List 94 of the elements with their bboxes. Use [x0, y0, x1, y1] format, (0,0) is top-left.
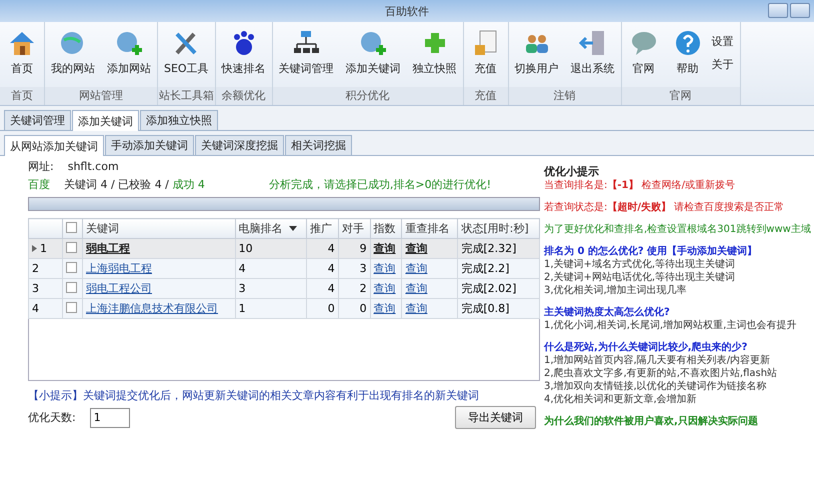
group-label: 站长工具箱: [158, 87, 215, 105]
table-cell: 4: [306, 258, 338, 278]
tip-text: 2,关键词+网站电话优化,等待出现主关键词: [544, 271, 736, 284]
checkbox[interactable]: [66, 262, 77, 272]
tab[interactable]: 关键词深度挖掘: [195, 135, 284, 155]
keyword-count: 关键词 4 / 已校验 4 /: [64, 178, 169, 191]
tip-text: 排名为 0 的怎么优化? 使用【手动添加关键词】: [544, 245, 758, 258]
engine-label: 百度: [28, 177, 50, 192]
checkbox[interactable]: [66, 302, 77, 312]
row-pointer-icon: [32, 245, 37, 252]
table-cell: 3: [338, 258, 370, 278]
group-label: 积分优化: [272, 87, 463, 105]
keyword-link[interactable]: 弱电工程: [86, 242, 130, 255]
table-cell: 2: [338, 278, 370, 298]
header-cell[interactable]: 状态[用时:秒]: [458, 218, 540, 238]
site-label: 网址:: [28, 159, 54, 174]
checkbox[interactable]: [66, 242, 77, 252]
tip-text: 什么是死站,为什么关键词比较少,爬虫来的少?: [544, 341, 748, 354]
table-cell: 完成[2.2]: [458, 258, 540, 278]
table-cell: 4: [235, 258, 306, 278]
window-title: 百助软件: [385, 4, 429, 18]
ribbon-button[interactable]: 首页: [0, 22, 44, 87]
group-label: 官网: [622, 87, 740, 105]
ribbon-button[interactable]: 快速排名: [216, 22, 272, 87]
tip-text: 3,增加双向友情链接,以优化的关键词作为链接名称: [544, 380, 768, 393]
ribbon-link[interactable]: 关于: [712, 57, 734, 72]
table-cell: 4: [306, 238, 338, 258]
ribbon-button[interactable]: 独立快照: [406, 22, 463, 87]
ribbon-button[interactable]: 关键词管理: [272, 22, 340, 87]
tip-text: 为了更好优化和查排名,检查设置根域名301跳转到www主域: [544, 223, 812, 236]
tip-text: 当查询排名是:【-1】 检查网络/或重新拨号: [544, 179, 736, 192]
tip-text: 1,关键词+域名方式优化,等待出现主关键词: [544, 258, 736, 271]
tip-text: 主关键词热度太高怎么优化?: [544, 306, 671, 319]
ribbon-button[interactable]: 我的网站: [45, 22, 101, 87]
ribbon-button[interactable]: 帮助: [666, 22, 710, 87]
checkbox[interactable]: [66, 282, 77, 292]
row-number: 1: [28, 238, 62, 258]
tips-title: 优化小提示: [544, 164, 600, 179]
tab[interactable]: 添加关键词: [72, 110, 139, 131]
group-label: 首页: [0, 87, 44, 105]
tab[interactable]: 相关词挖掘: [285, 135, 352, 155]
ribbon-button[interactable]: 添加关键词: [340, 22, 407, 87]
header-cell[interactable]: 指数: [370, 218, 402, 238]
status-message: 分析完成，请选择已成功,排名>0的进行优化!: [268, 177, 492, 192]
header-cell[interactable]: 对手: [338, 218, 370, 238]
ribbon-button[interactable]: 添加网站: [101, 22, 157, 87]
table-cell: 1: [235, 298, 306, 318]
table-cell: 10: [235, 238, 306, 258]
tip-text: 4,优化相关词和更新文章,会增加新: [544, 393, 698, 406]
group-label: 余额优化: [216, 87, 272, 105]
tab[interactable]: 添加独立快照: [140, 110, 218, 130]
group-label: 网站管理: [45, 87, 157, 105]
tip-text: 1,增加网站首页内容,隔几天要有相关列表/内容更新: [544, 354, 772, 367]
days-label: 优化天数:: [28, 410, 76, 425]
header-cell[interactable]: 电脑排名: [235, 218, 306, 238]
maximize-button[interactable]: [790, 3, 810, 18]
table-cell: 0: [306, 298, 338, 318]
ribbon-link[interactable]: 设置: [712, 34, 734, 49]
ribbon-button[interactable]: 退出系统: [564, 22, 621, 87]
days-input[interactable]: 1: [90, 408, 130, 428]
table-cell: 9: [338, 238, 370, 258]
sort-icon: [288, 226, 297, 232]
tip-text: 1,优化小词,相关词,长尾词,增加网站权重,主词也会有提升: [544, 319, 798, 332]
tip-text: 3,优化相关词,增加主词出现几率: [544, 284, 688, 297]
tab[interactable]: 从网站添加关键词: [4, 135, 104, 156]
tip-text: 2,爬虫喜欢文字多,有更新的站,不喜欢图片站,flash站: [544, 367, 778, 380]
group-label: 注销: [508, 87, 621, 105]
table-cell: 3: [235, 278, 306, 298]
ribbon-button[interactable]: SEO工具: [158, 22, 215, 87]
tab[interactable]: 关键词管理: [4, 110, 71, 130]
table-cell: 4: [306, 278, 338, 298]
table-cell: 完成[2.02]: [458, 278, 540, 298]
row-number: 4: [28, 298, 62, 318]
group-label: 充值: [464, 87, 508, 105]
ribbon-button[interactable]: 充值: [464, 22, 508, 87]
success-count: 成功 4: [172, 178, 205, 191]
row-number: 3: [28, 278, 62, 298]
ribbon-button[interactable]: 官网: [622, 22, 666, 87]
hint-text: 【小提示】关键词提交优化后，网站更新关键词的相关文章内容有利于出现有排名的新关键词: [28, 388, 480, 403]
checkbox[interactable]: [66, 222, 77, 232]
minimize-button[interactable]: [768, 3, 788, 18]
row-number: 2: [28, 258, 62, 278]
header-cell[interactable]: 推广: [306, 218, 338, 238]
table-cell: 完成[2.32]: [458, 238, 540, 258]
site-url: shflt.com: [68, 160, 119, 173]
tab[interactable]: 手动添加关键词: [105, 135, 194, 155]
header-cell[interactable]: 关键词: [82, 218, 236, 238]
tip-text: 为什么我们的软件被用户喜欢,只因解决实际问题: [544, 415, 759, 428]
table-cell: 完成[0.8]: [458, 298, 540, 318]
tip-text: 若查询状态是:【超时/失败】 请检查百度搜索是否正常: [544, 201, 786, 214]
export-button[interactable]: 导出关键词: [455, 406, 536, 429]
ribbon-button[interactable]: 切换用户: [508, 22, 565, 87]
table-cell: 0: [338, 298, 370, 318]
header-cell[interactable]: 重查排名: [402, 218, 458, 238]
